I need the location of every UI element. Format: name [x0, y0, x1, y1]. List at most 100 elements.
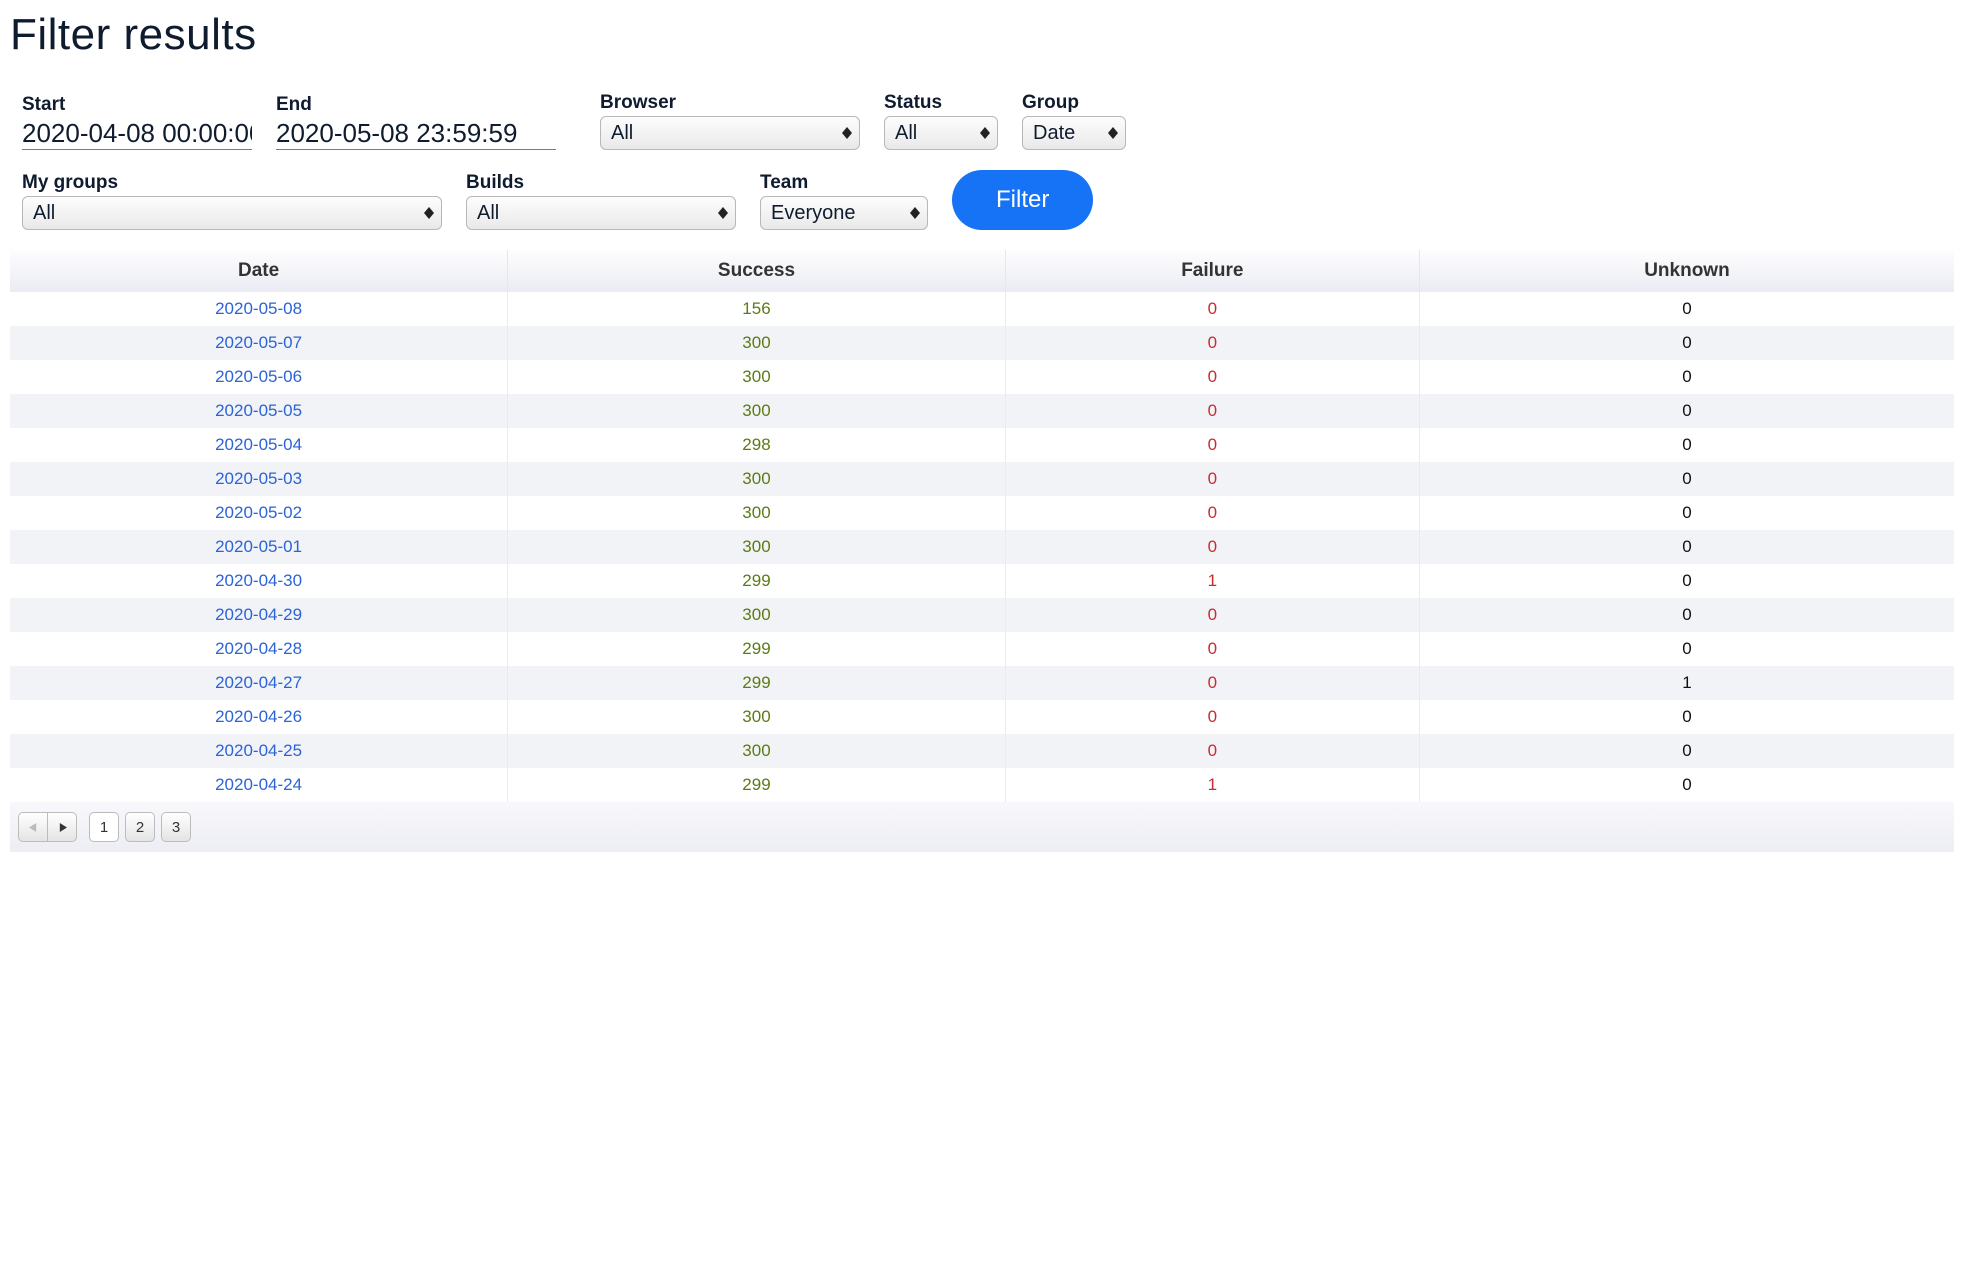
status-label: Status: [884, 92, 998, 114]
failure-cell: 0: [1005, 632, 1419, 666]
builds-label: Builds: [466, 172, 736, 194]
triangle-right-icon: [58, 823, 67, 832]
end-input[interactable]: 2020-05-08 23:59:59: [276, 118, 556, 150]
date-link[interactable]: 2020-04-26: [215, 707, 302, 726]
results-table: Date Success Failure Unknown 2020-05-08 1…: [10, 250, 1954, 802]
date-link[interactable]: 2020-04-29: [215, 605, 302, 624]
success-cell: 300: [508, 394, 1006, 428]
table-row: 2020-05-0330000: [10, 462, 1954, 496]
date-link[interactable]: 2020-05-07: [215, 333, 302, 352]
failure-cell: 0: [1005, 326, 1419, 360]
page-1[interactable]: 1: [89, 812, 119, 842]
failure-cell: 0: [1005, 428, 1419, 462]
triangle-left-icon: [29, 823, 38, 832]
unknown-cell: 0: [1419, 496, 1954, 530]
filter-button[interactable]: Filter: [952, 170, 1093, 230]
table-row: 2020-05-0130000: [10, 530, 1954, 564]
success-cell: 300: [508, 326, 1006, 360]
failure-cell: 1: [1005, 768, 1419, 802]
success-cell: 299: [508, 768, 1006, 802]
date-link[interactable]: 2020-05-01: [215, 537, 302, 556]
table-row: 2020-05-0730000: [10, 326, 1954, 360]
table-row: 2020-05-0815600: [10, 292, 1954, 326]
failure-cell: 0: [1005, 734, 1419, 768]
date-link[interactable]: 2020-04-25: [215, 741, 302, 760]
col-unknown[interactable]: Unknown: [1419, 250, 1954, 292]
success-cell: 300: [508, 360, 1006, 394]
table-row: 2020-04-2829900: [10, 632, 1954, 666]
date-link[interactable]: 2020-05-05: [215, 401, 302, 420]
unknown-cell: 0: [1419, 700, 1954, 734]
table-row: 2020-04-27 29901: [10, 666, 1954, 700]
date-link[interactable]: 2020-05-02: [215, 503, 302, 522]
table-row: 2020-05-0530000: [10, 394, 1954, 428]
date-link[interactable]: 2020-04-24: [215, 775, 302, 794]
unknown-cell: 0: [1419, 564, 1954, 598]
col-success[interactable]: Success: [508, 250, 1006, 292]
date-link[interactable]: 2020-05-04: [215, 435, 302, 454]
unknown-cell: 0: [1419, 768, 1954, 802]
success-cell: 300: [508, 496, 1006, 530]
browser-select[interactable]: All: [600, 116, 860, 150]
col-failure[interactable]: Failure: [1005, 250, 1419, 292]
mygroups-label: My groups: [22, 172, 442, 194]
failure-cell: 0: [1005, 666, 1419, 700]
success-cell: 300: [508, 462, 1006, 496]
failure-cell: 0: [1005, 598, 1419, 632]
unknown-cell: 0: [1419, 462, 1954, 496]
success-cell: 300: [508, 598, 1006, 632]
browser-label: Browser: [600, 92, 860, 114]
date-link[interactable]: 2020-05-06: [215, 367, 302, 386]
mygroups-select[interactable]: All: [22, 196, 442, 230]
page-prev[interactable]: [18, 812, 48, 842]
success-cell: 299: [508, 632, 1006, 666]
date-link[interactable]: 2020-04-28: [215, 639, 302, 658]
unknown-cell: 0: [1419, 326, 1954, 360]
failure-cell: 0: [1005, 394, 1419, 428]
table-row: 2020-05-0630000: [10, 360, 1954, 394]
group-label: Group: [1022, 92, 1126, 114]
failure-cell: 0: [1005, 462, 1419, 496]
page-next[interactable]: [47, 812, 77, 842]
date-link[interactable]: 2020-04-27: [215, 673, 302, 692]
table-row: 2020-04-2930000: [10, 598, 1954, 632]
unknown-cell: 0: [1419, 394, 1954, 428]
unknown-cell: 0: [1419, 598, 1954, 632]
unknown-cell: 0: [1419, 632, 1954, 666]
page-3[interactable]: 3: [161, 812, 191, 842]
failure-cell: 0: [1005, 700, 1419, 734]
success-cell: 300: [508, 700, 1006, 734]
status-select[interactable]: All: [884, 116, 998, 150]
failure-cell: 0: [1005, 292, 1419, 326]
table-row: 2020-05-0429800: [10, 428, 1954, 462]
table-row: 2020-04-30 29910: [10, 564, 1954, 598]
failure-cell: 0: [1005, 360, 1419, 394]
unknown-cell: 0: [1419, 428, 1954, 462]
page-2[interactable]: 2: [125, 812, 155, 842]
date-link[interactable]: 2020-05-03: [215, 469, 302, 488]
team-select[interactable]: Everyone: [760, 196, 928, 230]
col-date[interactable]: Date: [10, 250, 508, 292]
unknown-cell: 0: [1419, 734, 1954, 768]
end-label: End: [276, 94, 556, 116]
page-title: Filter results: [10, 10, 1954, 60]
failure-cell: 0: [1005, 530, 1419, 564]
builds-select[interactable]: All: [466, 196, 736, 230]
team-label: Team: [760, 172, 928, 194]
success-cell: 299: [508, 666, 1006, 700]
unknown-cell: 0: [1419, 360, 1954, 394]
failure-cell: 0: [1005, 496, 1419, 530]
unknown-cell: 0: [1419, 530, 1954, 564]
table-row: 2020-05-0230000: [10, 496, 1954, 530]
success-cell: 299: [508, 564, 1006, 598]
date-link[interactable]: 2020-04-30: [215, 571, 302, 590]
success-cell: 156: [508, 292, 1006, 326]
group-select[interactable]: Date: [1022, 116, 1126, 150]
success-cell: 300: [508, 530, 1006, 564]
unknown-cell: 1: [1419, 666, 1954, 700]
start-label: Start: [22, 94, 252, 116]
failure-cell: 1: [1005, 564, 1419, 598]
date-link[interactable]: 2020-05-08: [215, 299, 302, 318]
table-row: 2020-04-24 29910: [10, 768, 1954, 802]
start-input[interactable]: 2020-04-08 00:00:00: [22, 118, 252, 150]
